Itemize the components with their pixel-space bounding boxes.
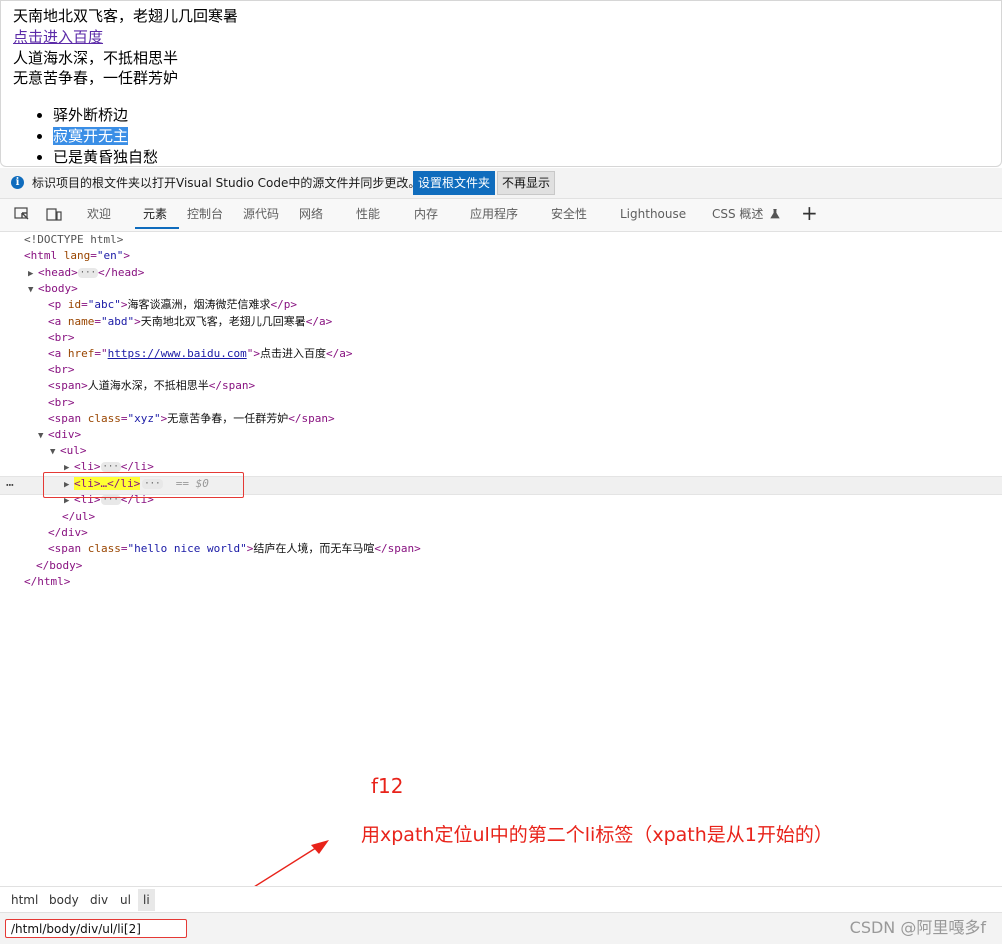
flask-icon — [770, 208, 780, 219]
dont-show-again-button[interactable]: 不再显示 — [497, 171, 556, 195]
tab-network[interactable]: 网络 — [299, 206, 323, 222]
dom-div[interactable]: ▼ <div> — [38, 427, 81, 443]
device-emulation-icon[interactable] — [46, 207, 62, 221]
more-tools-button[interactable]: + — [801, 201, 818, 225]
watermark: CSDN @阿里嘎多f — [849, 918, 986, 937]
list-item-selected: 寂寞开无主 — [53, 126, 158, 147]
breadcrumb: html body div ul li — [0, 886, 1002, 912]
breadcrumb-body[interactable]: body — [49, 892, 79, 908]
tab-welcome[interactable]: 欢迎 — [87, 206, 111, 222]
tab-sources[interactable]: 源代码 — [243, 206, 279, 222]
dom-head[interactable]: ▶ <head> ··· </head> — [28, 265, 144, 281]
dom-br[interactable]: <br> — [48, 330, 75, 346]
annotation-note: 用xpath定位ul中的第二个li标签（xpath是从1开始的） — [361, 824, 833, 846]
dom-p[interactable]: <p id="abc">海客谈瀛洲，烟涛微茫信难求</p> — [48, 297, 297, 313]
breadcrumb-li[interactable]: li — [138, 889, 155, 911]
dom-span-xyz[interactable]: <span class="xyz">无意苦争春，一任群芳妒</span> — [48, 411, 335, 427]
dom-body[interactable]: ▼ <body> — [28, 281, 78, 297]
dom-span-hello[interactable]: <span class="hello nice world">结庐在人境，而无车… — [48, 541, 421, 557]
info-bar: i 标识项目的根文件夹以打开Visual Studio Code中的源文件并同步… — [0, 168, 1002, 199]
annotation-f12: f12 — [371, 774, 404, 798]
dom-a-href[interactable]: <a href="https://www.baidu.com">点击进入百度</… — [48, 346, 352, 362]
breadcrumb-ul[interactable]: ul — [120, 892, 131, 908]
tab-console[interactable]: 控制台 — [187, 206, 223, 222]
dom-html[interactable]: <html lang="en"> — [24, 248, 130, 264]
rendered-page: 天南地北双飞客，老翅儿几回寒暑 点击进入百度 人道海水深，不抵相思半 无意苦争春… — [0, 0, 1002, 167]
dom-doctype[interactable]: <!DOCTYPE html> — [24, 232, 123, 248]
dom-br[interactable]: <br> — [48, 395, 75, 411]
more-options-icon[interactable]: ⋯ — [6, 478, 15, 493]
page-line-4: 无意苦争春，一任群芳妒 — [13, 69, 179, 87]
tab-css-overview[interactable]: CSS 概述 — [712, 206, 780, 222]
list-item: 已是黄昏独自愁 — [53, 147, 158, 168]
tab-memory[interactable]: 内存 — [414, 206, 438, 222]
breadcrumb-div[interactable]: div — [90, 892, 108, 908]
tab-performance[interactable]: 性能 — [356, 206, 380, 222]
collapsed-ellipsis[interactable]: ··· — [77, 268, 99, 278]
dom-body-close[interactable]: </body> — [36, 558, 82, 574]
page-line-1: 天南地北双飞客，老翅儿几回寒暑 — [13, 7, 239, 25]
dom-div-close[interactable]: </div> — [48, 525, 88, 541]
href-link[interactable]: https://www.baidu.com — [108, 347, 247, 360]
dom-ul[interactable]: ▼ <ul> — [50, 443, 87, 459]
list-item: 驿外断桥边 — [53, 105, 158, 126]
info-icon: i — [11, 176, 24, 189]
baidu-link[interactable]: 点击进入百度 — [13, 28, 103, 46]
dom-tree: ⋯ <!DOCTYPE html> <html lang="en"> ▶ <hea… — [0, 232, 1002, 882]
tab-security[interactable]: 安全性 — [551, 206, 587, 222]
annotation-highlight-box — [43, 472, 244, 498]
tab-lighthouse[interactable]: Lighthouse — [620, 206, 686, 222]
dom-br[interactable]: <br> — [48, 362, 75, 378]
tab-elements[interactable]: 元素 — [143, 206, 167, 222]
xpath-field[interactable]: /html/body/div/ul/li[2] — [5, 919, 187, 938]
dom-html-close[interactable]: </html> — [24, 574, 70, 590]
tab-application[interactable]: 应用程序 — [470, 206, 518, 222]
active-tab-indicator — [135, 227, 179, 229]
collapsed-ellipsis[interactable]: ··· — [100, 462, 121, 472]
set-root-folder-button[interactable]: 设置根文件夹 — [413, 171, 496, 195]
info-text: 标识项目的根文件夹以打开Visual Studio Code中的源文件并同步更改… — [32, 176, 421, 190]
devtools-toolbar: 欢迎 元素 控制台 源代码 网络 性能 内存 应用程序 安全性 Lighthou… — [0, 199, 1002, 232]
tab-css-overview-label: CSS 概述 — [712, 207, 764, 221]
page-list: 驿外断桥边 寂寞开无主 已是黄昏独自愁 — [13, 105, 158, 168]
dom-a-name[interactable]: <a name="abd">天南地北双飞客，老翅儿几回寒暑</a> — [48, 314, 332, 330]
inspect-element-icon[interactable] — [14, 207, 30, 221]
dom-span[interactable]: <span>人道海水深，不抵相思半</span> — [48, 378, 255, 394]
page-line-3: 人道海水深，不抵相思半 — [13, 49, 179, 67]
dom-ul-close[interactable]: </ul> — [62, 509, 95, 525]
breadcrumb-html[interactable]: html — [11, 892, 38, 908]
